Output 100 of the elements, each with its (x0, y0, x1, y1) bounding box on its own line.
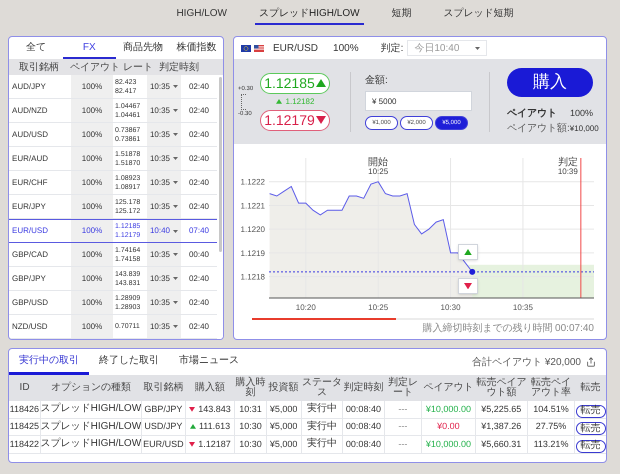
column-header: ID (9, 375, 40, 401)
expiry-dropdown[interactable]: 10:35 (147, 123, 181, 146)
category-tab[interactable]: 商品先物 (116, 37, 170, 59)
expiry-dropdown[interactable]: 10:35 (147, 315, 181, 338)
y-tick-label: 1.1220 (240, 225, 265, 234)
low-rate-box[interactable]: 1.12179 (260, 110, 330, 130)
purchase-price: 1.12187 (198, 440, 231, 449)
scrollbar[interactable] (217, 75, 223, 339)
payout-cell: 100% (71, 99, 113, 122)
trades-tab[interactable]: 終了した取引 (89, 349, 169, 375)
amount-field[interactable]: ¥ 5000 (365, 91, 472, 111)
expiry-dropdown[interactable]: 10:40 (147, 220, 181, 242)
id-cell: 118425 (9, 418, 40, 436)
expiry-rate-cell: --- (384, 436, 422, 453)
nav-tab[interactable]: スプレッドHIGH/LOW (255, 6, 364, 24)
low-button[interactable] (458, 278, 478, 294)
x-tick-label: 10:35 (512, 303, 533, 312)
category-tab[interactable]: 全て (9, 37, 62, 59)
trades-tab[interactable]: 市場ニュース (169, 349, 249, 375)
symbol-cell-text: EUR/CHF (11, 176, 49, 188)
id-cell: 118422 (9, 436, 40, 453)
amount-cell: ¥5,000 (266, 401, 302, 418)
payout-cell: ¥0.00 (421, 418, 476, 436)
column-header: レート (122, 60, 154, 74)
payout-cell: 100% (71, 220, 113, 242)
payout-cell: 100% (71, 315, 113, 338)
expiry-dropdown[interactable]: 10:35 (147, 75, 181, 98)
caret-icon (173, 85, 178, 88)
down-arrow-icon (189, 406, 196, 412)
resale-button[interactable]: 転売 (576, 422, 606, 435)
remaining-cell-text: 02:40 (188, 176, 210, 188)
caret-icon (173, 301, 178, 304)
payout-cell: ¥10,000.00 (421, 401, 476, 418)
payout-cell: 100% (71, 243, 113, 266)
x-tick-label: 10:30 (440, 303, 461, 312)
symbol-cell-text: AUD/USD (11, 128, 50, 140)
symbol-cell-text: EUR/AUD (11, 152, 50, 164)
category-tab[interactable]: 株価指数 (170, 37, 223, 59)
expiry-rate-cell: --- (384, 401, 422, 418)
nav-tab[interactable]: HIGH/LOW (172, 6, 231, 24)
caret-icon (173, 157, 178, 160)
symbol-cell-text: AUD/JPY (11, 80, 47, 92)
y-tick-label: 1.1219 (240, 248, 265, 258)
amount-cell: ¥5,000 (266, 436, 302, 453)
us-flag-icon (254, 44, 264, 52)
chart-annotation: 判定 (558, 157, 578, 168)
expiry-dropdown[interactable]: 10:35 (147, 243, 181, 266)
expiry-dropdown[interactable]: 10:35 (147, 195, 181, 218)
resale-rate-cell: 104.51% (527, 401, 575, 418)
payout-value: 100% (570, 106, 593, 120)
expiry-cell: 00:08:40 (342, 418, 384, 436)
time-cell: 10:30 (234, 436, 266, 453)
caret-icon (173, 230, 178, 232)
payout-cell: 100% (71, 123, 113, 146)
x-tick-label: 10:20 (296, 303, 316, 312)
y-tick-label: 1.1218 (240, 272, 265, 282)
column-header: 購入額 (185, 375, 235, 401)
share-icon[interactable] (586, 357, 596, 367)
resale-button[interactable]: 転売 (576, 440, 606, 452)
caret-icon (173, 109, 178, 112)
column-header: 転売ペイアウト率 (527, 375, 575, 401)
id-cell: 118426 (9, 401, 40, 418)
expiry-dropdown[interactable]: 10:35 (147, 267, 181, 290)
time-cell: 10:31 (234, 401, 266, 418)
column-header: 転売 (574, 375, 606, 401)
caret-icon (173, 253, 178, 256)
remaining-cell-text: 02:40 (188, 152, 210, 164)
high-button[interactable] (458, 244, 478, 260)
resale-amount-cell: ¥1,387.26 (475, 418, 528, 436)
remaining-time: 購入締切時刻までの残り時間 00:07:40 (422, 322, 594, 336)
symbol-cell-text: AUD/NZD (11, 104, 49, 116)
caret-icon (173, 325, 178, 328)
nav-tab[interactable]: スプレッド短期 (440, 6, 518, 24)
column-header: 投資額 (266, 375, 302, 401)
column-header: 転売ペイアウト額 (475, 375, 528, 401)
resale-button[interactable]: 転売 (576, 404, 606, 418)
x-tick-label: 10:25 (368, 303, 388, 312)
column-header: ペイアウト (421, 375, 476, 401)
payout-amount-label: ペイアウト額: (507, 122, 570, 136)
expiry-cell: 00:08:40 (342, 436, 384, 453)
column-header: オプションの種類 (40, 375, 142, 401)
expiry-dropdown[interactable]: 10:35 (147, 291, 181, 314)
amount-cell: ¥5,000 (266, 418, 302, 436)
caret-icon (173, 181, 178, 184)
column-header: 判定時刻 (342, 375, 384, 401)
nav-tab[interactable]: 短期 (388, 6, 416, 24)
buy-button[interactable]: 購入 (507, 68, 593, 96)
payout-cell: 100% (71, 195, 113, 218)
symbol-label: EUR/USD (273, 42, 318, 56)
resale-rate-cell: 27.75% (527, 418, 575, 436)
payout-cell: 100% (71, 171, 113, 194)
expiry-dropdown[interactable]: 10:35 (147, 147, 181, 170)
remaining-cell-text: 07:40 (188, 225, 210, 237)
expiry-dropdown[interactable]: 10:35 (147, 99, 181, 122)
expiry-dropdown[interactable]: 10:35 (147, 171, 181, 194)
mid-rate: 1.12182 (286, 96, 314, 108)
remaining-cell-text: 02:40 (188, 296, 210, 308)
purchase-price: 143.843 (198, 404, 231, 414)
symbol-cell-text: GBP/JPY (11, 272, 47, 284)
column-header: 購入時刻 (234, 375, 266, 401)
